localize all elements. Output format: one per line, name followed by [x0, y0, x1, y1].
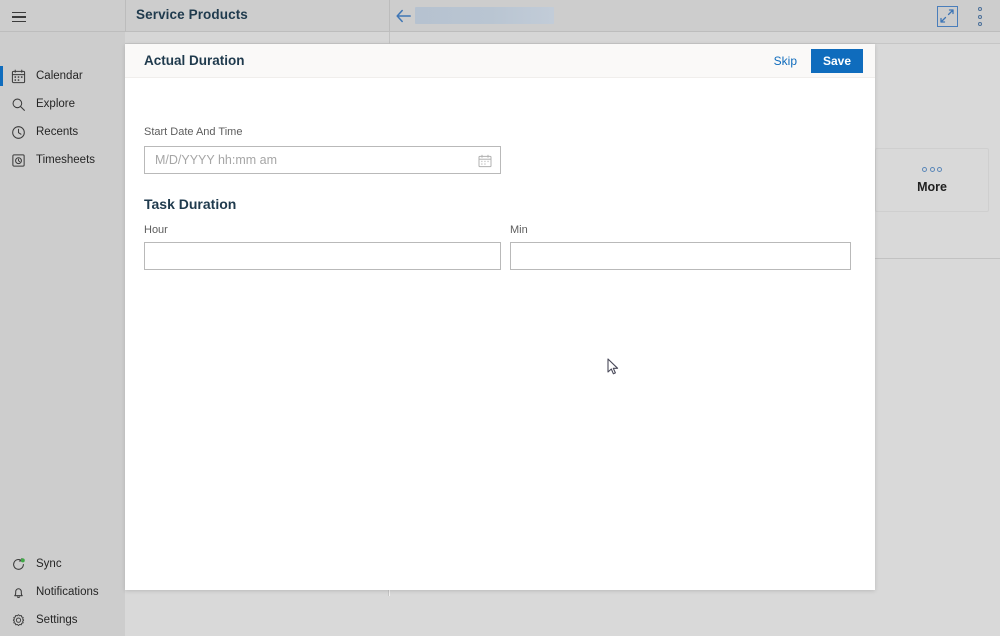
page-title: Service Products [136, 7, 248, 22]
active-indicator [0, 122, 3, 142]
expand-icon[interactable] [937, 6, 958, 27]
calendar-icon [10, 68, 26, 84]
application-window: Service Products Calendar Explore Recent… [0, 0, 1000, 636]
start-date-placeholder: M/D/YYYY hh:mm am [155, 153, 278, 167]
hamburger-menu-icon[interactable] [8, 8, 30, 26]
save-button[interactable]: Save [811, 49, 863, 73]
clock-icon [10, 124, 26, 140]
bell-icon [10, 584, 26, 600]
active-indicator [0, 150, 3, 170]
active-indicator [0, 610, 3, 630]
task-duration-heading: Task Duration [144, 196, 237, 212]
ellipsis-dot [937, 166, 942, 172]
sidebar-item-sync[interactable]: Sync [0, 550, 125, 578]
topbar-divider [125, 0, 126, 32]
hamburger-line [12, 16, 26, 18]
hour-input[interactable] [144, 242, 501, 270]
timesheet-icon [10, 152, 26, 168]
sidebar-item-label: Notifications [36, 586, 99, 598]
hour-label: Hour [144, 224, 168, 236]
search-icon [10, 96, 26, 112]
dialog-header: Actual Duration Skip Save [125, 44, 875, 78]
kebab-dot [978, 7, 982, 11]
sidebar-item-explore[interactable]: Explore [0, 90, 125, 118]
sidebar-item-recents[interactable]: Recents [0, 118, 125, 146]
more-card[interactable]: More [875, 148, 989, 212]
sidebar-item-calendar[interactable]: Calendar [0, 62, 125, 90]
sub-header-strip [125, 32, 1000, 44]
hamburger-line [12, 11, 26, 14]
actual-duration-dialog: Actual Duration Skip Save Start Date And… [125, 44, 875, 590]
sync-icon [10, 556, 26, 572]
active-indicator [0, 66, 3, 86]
active-indicator [0, 554, 3, 574]
ellipsis-dot [922, 166, 927, 172]
kebab-menu-icon[interactable] [974, 7, 986, 26]
active-indicator [0, 582, 3, 602]
sidebar-item-label: Sync [36, 558, 62, 570]
more-card-label: More [917, 179, 947, 194]
redacted-record-name [415, 7, 554, 24]
sidebar-item-notifications[interactable]: Notifications [0, 578, 125, 606]
sidebar-item-timesheets[interactable]: Timesheets [0, 146, 125, 174]
sidebar-item-settings[interactable]: Settings [0, 606, 125, 634]
calendar-icon[interactable] [478, 154, 492, 168]
sidebar-item-label: Recents [36, 126, 79, 138]
sidebar-item-label: Calendar [36, 70, 83, 82]
min-input[interactable] [510, 242, 851, 270]
sidebar-item-label: Timesheets [36, 154, 96, 166]
sub-header-divider [389, 32, 390, 44]
ellipsis-dot [929, 166, 935, 172]
back-arrow-icon[interactable] [396, 9, 412, 23]
sidebar-item-label: Explore [36, 98, 75, 110]
dialog-title: Actual Duration [144, 53, 245, 68]
ellipsis-icon [922, 166, 942, 172]
active-indicator [0, 94, 3, 114]
background-bottom-strip [125, 596, 1000, 636]
top-bar: Service Products [0, 0, 1000, 32]
hamburger-line [12, 20, 26, 23]
sidebar: Calendar Explore Recents Timesheets Sync… [0, 32, 125, 636]
topbar-divider [389, 0, 390, 32]
kebab-dot [978, 22, 982, 26]
gear-icon [10, 612, 26, 628]
start-date-label: Start Date And Time [144, 126, 243, 138]
sidebar-item-label: Settings [36, 614, 78, 626]
min-label: Min [510, 224, 528, 236]
skip-button[interactable]: Skip [774, 54, 797, 68]
start-date-input[interactable]: M/D/YYYY hh:mm am [144, 146, 501, 174]
kebab-dot [978, 14, 982, 19]
